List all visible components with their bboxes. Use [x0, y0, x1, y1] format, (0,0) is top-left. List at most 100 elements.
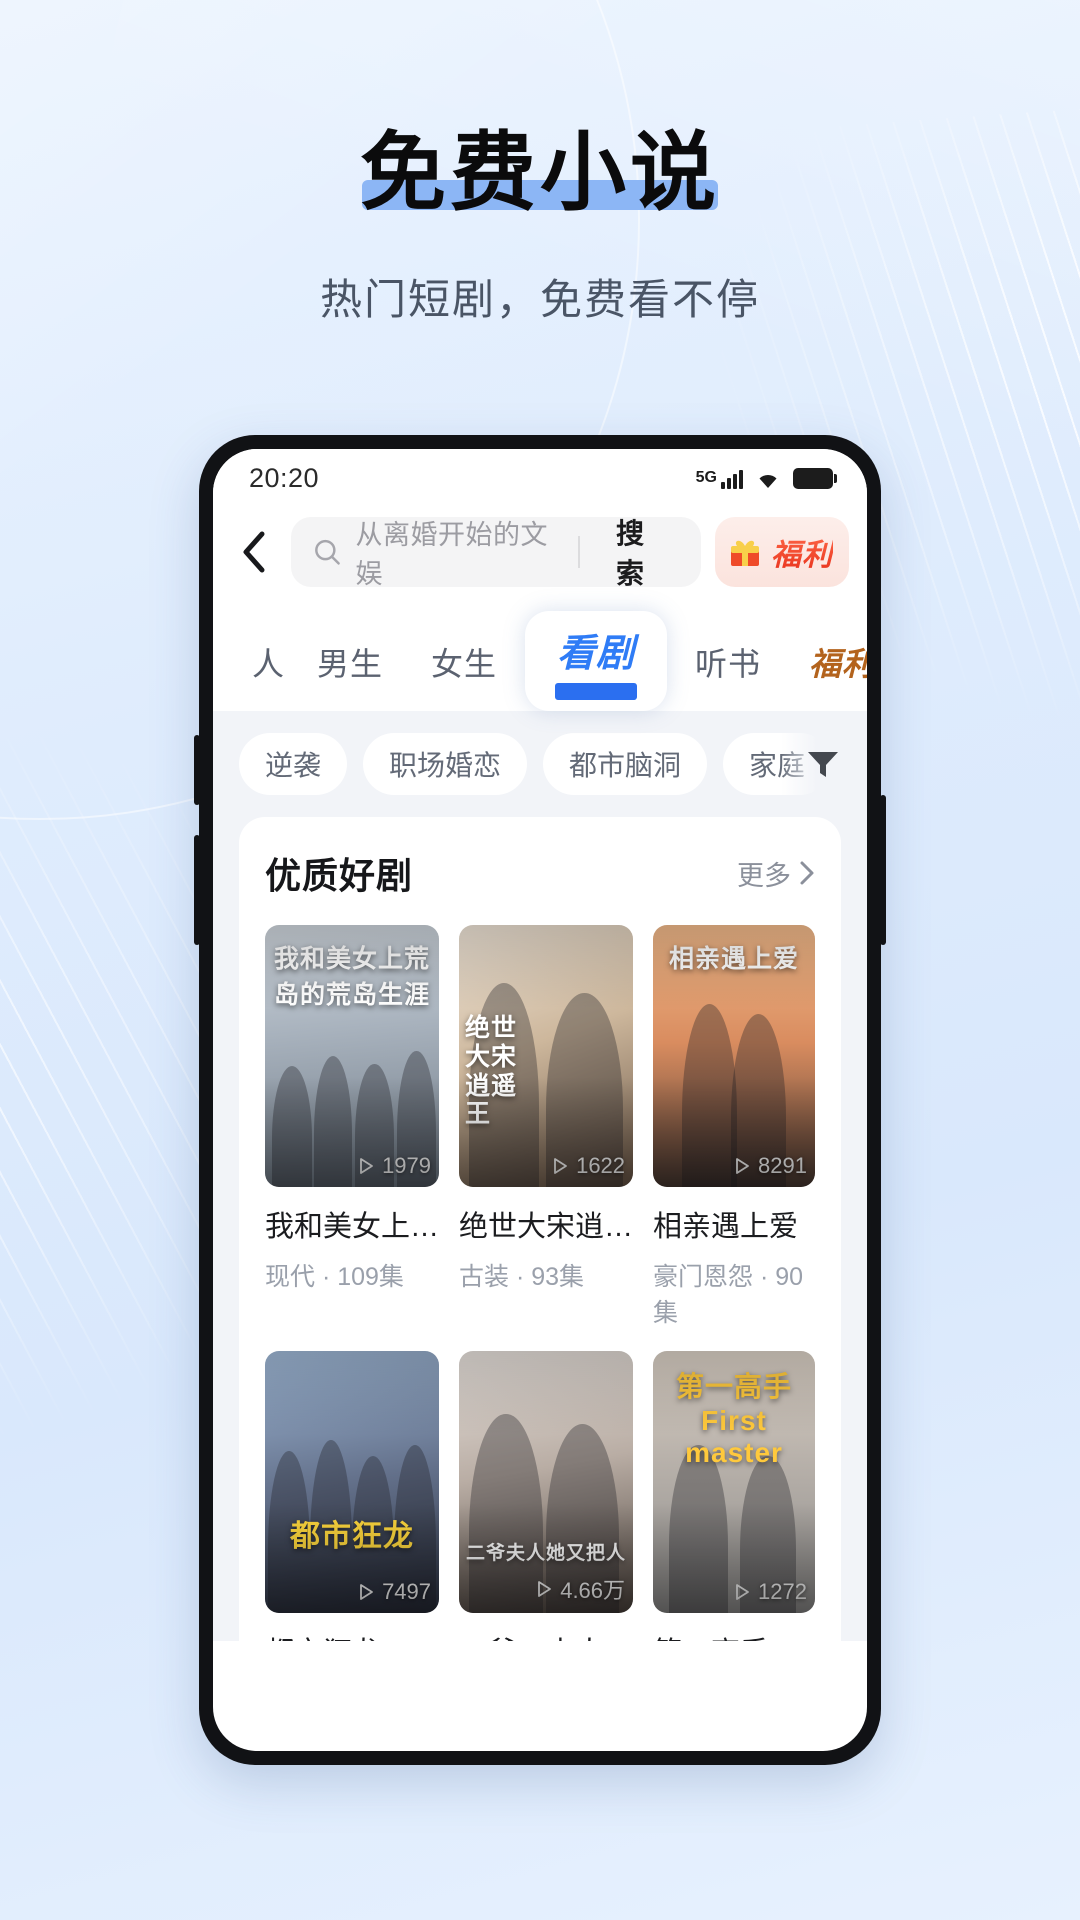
search-button[interactable]: 搜索 [594, 512, 693, 592]
play-icon [360, 1584, 373, 1600]
chip-urban-fantasy[interactable]: 都市脑洞 [543, 733, 708, 795]
play-count-value: 1979 [382, 1153, 432, 1178]
page-subtitle: 热门短剧，免费看不停 [319, 276, 760, 324]
play-count: 4.66万 [534, 1573, 625, 1605]
back-button[interactable] [231, 526, 277, 578]
search-input[interactable]: 从离婚开始的文娱 搜索 [291, 517, 701, 589]
filter-chip-row[interactable]: 逆袭 职场婚恋 都市脑洞 家庭 都 [213, 711, 867, 817]
drama-title: 二爷，夫人… [459, 1629, 633, 1641]
poster-figures [653, 925, 815, 1187]
tab-person[interactable]: 人 [219, 639, 293, 711]
drama-title: 都市狂龙 [265, 1629, 439, 1641]
network-type-label: 5G [695, 468, 717, 486]
play-count: 1622 [550, 1153, 625, 1179]
phone-power-button [880, 795, 886, 945]
tab-female[interactable]: 女生 [407, 639, 521, 711]
poster-title: 二爷夫人她又把人 [466, 1543, 627, 1565]
welfare-label: 福利 [771, 530, 833, 574]
poster-figures [265, 1351, 439, 1613]
poster-title: 相亲遇上爱 [669, 945, 800, 973]
drama-title: 我和美女上… [265, 1211, 440, 1243]
drama-card[interactable]: 绝世大宋逍遥王 1622 绝世大宋逍… 古装 · 93集 [459, 925, 634, 1329]
hero-title-wrap: 免费小说 [360, 128, 720, 218]
tab-watch-drama[interactable]: 看剧 [525, 611, 668, 711]
play-count-value: 1272 [758, 1579, 807, 1604]
drama-meta: 古装 · 93集 [459, 1263, 585, 1291]
drama-poster[interactable]: 相亲遇上爱 8291 [653, 925, 815, 1187]
drama-poster[interactable]: 第一高手 First master 1272 [653, 1351, 815, 1613]
play-count-value: 4.66万 [560, 1578, 626, 1603]
content-area[interactable]: 逆袭 职场婚恋 都市脑洞 家庭 都 优质好剧 更多 [213, 711, 867, 1641]
poster-figures [459, 1351, 633, 1613]
play-count-value: 1622 [576, 1153, 626, 1178]
play-icon [736, 1584, 749, 1600]
gift-icon [731, 540, 759, 566]
play-icon [360, 1158, 373, 1174]
drama-title: 第一高手 [653, 1629, 815, 1641]
drama-card[interactable]: 我和美女上荒岛的荒岛生涯 1979 我和美女上… 现代 · 109集 [265, 925, 440, 1329]
search-bar-row: 从离婚开始的文娱 搜索 福利 [213, 507, 867, 603]
play-icon [554, 1158, 567, 1174]
status-icons: 5G [695, 467, 837, 489]
back-chevron-icon [243, 531, 265, 573]
drama-grid: 我和美女上荒岛的荒岛生涯 1979 我和美女上… 现代 · 109集 绝世大宋逍… [265, 925, 815, 1641]
section-quality-dramas: 优质好剧 更多 我和美女上荒岛的荒岛生涯 1979 我和美女上… 现代 · 10… [239, 817, 841, 1641]
poster-title: 绝世大宋逍遥王 [465, 1014, 518, 1129]
welfare-button[interactable]: 福利 [715, 517, 849, 587]
drama-card[interactable]: 都市狂龙 7497 都市狂龙 重生 · 100集 [265, 1351, 440, 1641]
poster-figures [265, 925, 439, 1187]
search-divider [578, 536, 580, 568]
drama-poster[interactable]: 我和美女上荒岛的荒岛生涯 1979 [265, 925, 440, 1187]
status-time: 20:20 [249, 462, 320, 493]
battery-icon [793, 467, 837, 489]
section-more-label: 更多 [737, 860, 791, 891]
poster-figures [653, 1351, 815, 1613]
tab-bar: 人 男生 女生 看剧 听书 福利 出 [213, 603, 867, 711]
tab-welfare-label: 福利 [809, 646, 867, 682]
drama-card[interactable]: 第一高手 First master 1272 第一高手 其他 · 91集 [653, 1351, 815, 1641]
tab-watch-drama-label: 看剧 [557, 633, 636, 675]
play-count: 8291 [732, 1153, 807, 1179]
play-icon [736, 1158, 749, 1174]
play-count: 1979 [356, 1153, 431, 1179]
filter-icon [808, 752, 838, 777]
wifi-icon [755, 469, 781, 489]
play-count-value: 7497 [382, 1579, 432, 1604]
play-count-value: 8291 [758, 1153, 807, 1178]
chip-workplace-romance[interactable]: 职场婚恋 [363, 733, 528, 795]
search-icon [315, 539, 340, 565]
phone-screen: 20:20 5G 从离婚开始的文娱 搜索 福利 人 男生 女生 看剧 听书 福 … [213, 449, 867, 1751]
tab-listen-book[interactable]: 听书 [671, 639, 785, 711]
chip-counterattack[interactable]: 逆袭 [239, 733, 348, 795]
phone-mockup: 20:20 5G 从离婚开始的文娱 搜索 福利 人 男生 女生 看剧 听书 福 … [194, 435, 886, 1765]
tab-male[interactable]: 男生 [293, 639, 407, 711]
play-count: 7497 [356, 1579, 431, 1605]
chevron-right-icon [800, 861, 814, 885]
drama-title: 相亲遇上爱 [653, 1211, 799, 1243]
poster-figures [459, 925, 633, 1187]
signal-icon [721, 469, 743, 489]
hero-section: 免费小说 热门短剧，免费看不停 [0, 0, 1080, 327]
drama-poster[interactable]: 绝世大宋逍遥王 1622 [459, 925, 634, 1187]
tab-active-indicator [555, 683, 638, 700]
filter-button[interactable] [781, 711, 867, 817]
drama-poster[interactable]: 都市狂龙 7497 [265, 1351, 440, 1613]
poster-title: 都市狂龙 [290, 1520, 414, 1553]
search-placeholder: 从离婚开始的文娱 [355, 520, 548, 589]
section-header: 优质好剧 更多 [265, 847, 815, 899]
poster-title: 第一高手 First master [676, 1371, 793, 1468]
drama-meta: 现代 · 109集 [265, 1263, 404, 1291]
page-title: 免费小说 [360, 125, 720, 221]
section-more-button[interactable]: 更多 [737, 854, 815, 893]
play-icon [538, 1581, 552, 1597]
drama-poster[interactable]: 二爷夫人她又把人 4.66万 [459, 1351, 634, 1613]
drama-title: 绝世大宋逍… [459, 1211, 634, 1243]
status-bar: 20:20 5G [213, 449, 867, 507]
poster-title: 我和美女上荒岛的荒岛生涯 [274, 945, 431, 1009]
tab-welfare[interactable]: 福利 [785, 639, 867, 711]
drama-meta: 豪门恩怨 · 90集 [653, 1263, 804, 1327]
drama-card[interactable]: 相亲遇上爱 8291 相亲遇上爱 豪门恩怨 · 90集 [653, 925, 815, 1329]
section-title: 优质好剧 [265, 855, 414, 896]
play-count: 1272 [732, 1579, 807, 1605]
drama-card[interactable]: 二爷夫人她又把人 4.66万 二爷，夫人… 虐恋 · 100集 [459, 1351, 634, 1641]
